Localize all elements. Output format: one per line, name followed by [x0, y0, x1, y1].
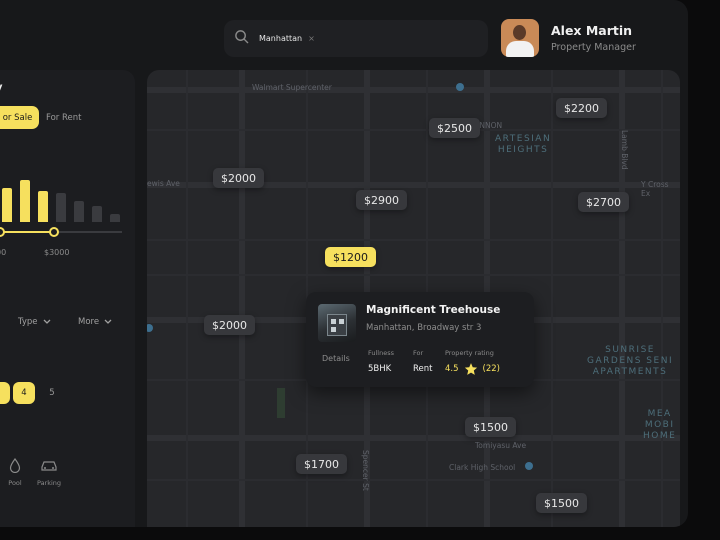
profile-role: Property Manager [551, 42, 636, 53]
rating-value: 4.5 [445, 364, 459, 374]
price-slider-max-handle[interactable] [49, 227, 59, 237]
histogram-bar [74, 201, 84, 222]
chevron-down-icon [43, 319, 50, 324]
street-label: Lamb Blvd [620, 130, 629, 170]
fullness-label: Fullness [368, 349, 395, 357]
for-sale-toggle[interactable]: or Sale [0, 106, 39, 129]
type-dropdown-label: Type [18, 317, 38, 327]
price-pin[interactable]: $2000 [213, 168, 264, 188]
amenity-pool[interactable]: Pool [0, 456, 30, 487]
price-slider-min-handle[interactable] [0, 227, 5, 237]
car-icon [41, 460, 57, 471]
histogram-bar [2, 188, 12, 222]
rating-count: (22) [482, 364, 500, 374]
page-button-5[interactable]: 5 [41, 382, 63, 404]
histogram-bar [38, 191, 48, 222]
user-profile[interactable]: Alex Martin Property Manager [501, 19, 636, 57]
histogram-bar [110, 214, 120, 222]
price-pin[interactable]: $1500 [465, 417, 516, 437]
for-value: Rent [413, 364, 433, 374]
street-label: Clark High School [449, 463, 516, 472]
price-pin[interactable]: $1700 [296, 454, 347, 474]
price-max-label: $3000 [44, 248, 70, 257]
price-pin[interactable]: $2900 [356, 190, 407, 210]
property-address: Manhattan, Broadway str 3 [366, 323, 482, 333]
page-button-prev-partial[interactable] [0, 382, 10, 404]
page-button-4[interactable]: 4 [13, 382, 35, 404]
details-button[interactable]: Details [322, 354, 350, 363]
street-label: Tomiyasu Ave [475, 441, 527, 450]
histogram-bar [92, 206, 102, 222]
more-dropdown-label: More [78, 317, 100, 327]
type-dropdown[interactable]: Type [18, 314, 51, 330]
search-icon[interactable] [234, 29, 249, 48]
area-label: ARTESIAN HEIGHTS [495, 134, 552, 155]
fullness-value: 5BHK [368, 364, 392, 374]
filter-title: y [0, 82, 3, 93]
area-label: SUNRISE GARDENS SENI APARTMENTS [587, 345, 674, 377]
price-slider-range [0, 231, 54, 233]
price-pin[interactable]: $2500 [429, 118, 480, 138]
property-title: Magnificent Treehouse [366, 304, 501, 316]
price-histogram [0, 170, 125, 222]
for-label: For [413, 349, 424, 357]
for-rent-toggle[interactable]: For Rent [46, 106, 81, 129]
star-icon [464, 363, 477, 375]
street-label: Walmart Supercenter [252, 83, 332, 92]
property-popup-card[interactable]: Magnificent Treehouse Manhattan, Broadwa… [306, 292, 534, 387]
rating-label: Property rating [445, 349, 494, 357]
price-pin[interactable]: $2200 [556, 98, 607, 118]
search-chip[interactable]: Manhattan × [259, 34, 315, 43]
price-pin[interactable]: $2000 [204, 315, 255, 335]
histogram-bar [56, 193, 66, 222]
price-pin[interactable]: $2700 [578, 192, 629, 212]
street-label: Spencer St [361, 450, 370, 491]
histogram-bar [20, 180, 30, 222]
amenity-parking[interactable]: Parking [34, 456, 64, 487]
price-pin-selected[interactable]: $1200 [325, 247, 376, 267]
search-chip-label: Manhattan [259, 34, 303, 43]
amenity-parking-label: Parking [36, 479, 62, 487]
filter-panel: y or Sale For Rent 00 $3000 Type More 4 … [0, 70, 135, 527]
price-pin[interactable]: $1500 [536, 493, 587, 513]
area-label: MEA MOBI HOME [643, 409, 677, 441]
street-label: ewis Ave [147, 179, 180, 188]
more-dropdown[interactable]: More [78, 314, 112, 330]
amenity-pool-label: Pool [8, 479, 22, 487]
profile-name: Alex Martin [551, 23, 633, 38]
app-window: Manhattan × Alex Martin Property Manager… [0, 0, 688, 527]
search-bar[interactable]: Manhattan × [224, 20, 488, 57]
street-label: Y Cross Ex [641, 180, 669, 198]
avatar[interactable] [501, 19, 539, 57]
price-min-label: 00 [0, 248, 7, 257]
property-rating: 4.5 (22) [445, 362, 500, 376]
pool-icon [9, 457, 21, 473]
chip-close-icon[interactable]: × [308, 34, 315, 43]
property-thumbnail[interactable] [318, 304, 356, 342]
chevron-down-icon [104, 319, 112, 324]
